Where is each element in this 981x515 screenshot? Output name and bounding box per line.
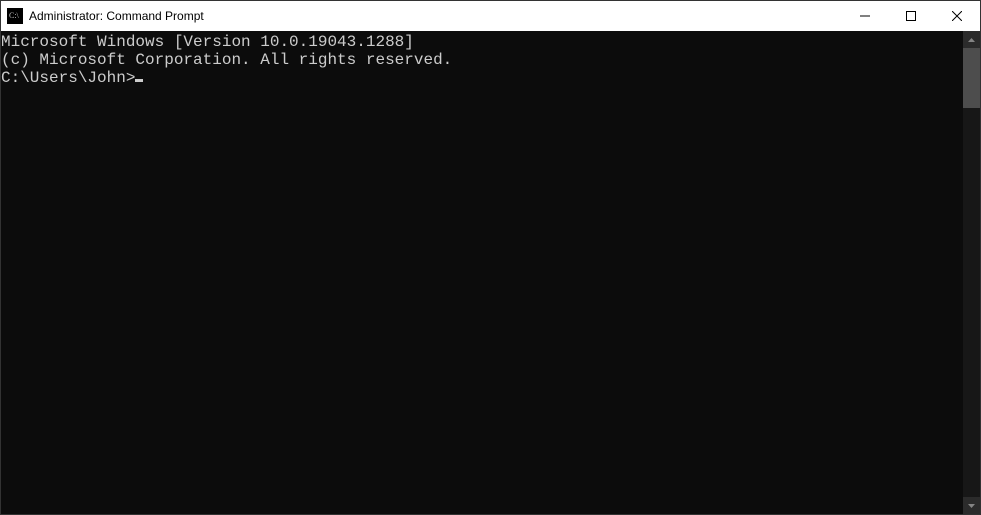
- terminal-line: (c) Microsoft Corporation. All rights re…: [1, 51, 963, 69]
- close-icon: [952, 11, 962, 21]
- terminal-output[interactable]: Microsoft Windows [Version 10.0.19043.12…: [1, 31, 963, 514]
- cmd-icon: C:\: [7, 8, 23, 24]
- command-prompt-window: C:\ Administrator: Command Prompt: [0, 0, 981, 515]
- vertical-scrollbar[interactable]: [963, 31, 980, 514]
- window-controls: [842, 1, 980, 31]
- chevron-up-icon: [968, 38, 975, 42]
- terminal-prompt-line: C:\Users\John>: [1, 69, 963, 87]
- minimize-icon: [860, 11, 870, 21]
- maximize-button[interactable]: [888, 1, 934, 31]
- chevron-down-icon: [968, 504, 975, 508]
- scrollbar-track[interactable]: [963, 48, 980, 497]
- scrollbar-down-button[interactable]: [963, 497, 980, 514]
- window-title: Administrator: Command Prompt: [29, 1, 204, 31]
- terminal-line: Microsoft Windows [Version 10.0.19043.12…: [1, 33, 963, 51]
- scrollbar-thumb[interactable]: [963, 48, 980, 108]
- titlebar[interactable]: C:\ Administrator: Command Prompt: [1, 1, 980, 31]
- terminal-prompt: C:\Users\John>: [1, 69, 135, 87]
- terminal-container: Microsoft Windows [Version 10.0.19043.12…: [1, 31, 980, 514]
- close-button[interactable]: [934, 1, 980, 31]
- terminal-cursor: [135, 79, 143, 82]
- titlebar-left: C:\ Administrator: Command Prompt: [1, 1, 204, 31]
- minimize-button[interactable]: [842, 1, 888, 31]
- scrollbar-up-button[interactable]: [963, 31, 980, 48]
- maximize-icon: [906, 11, 916, 21]
- svg-text:C:\: C:\: [9, 11, 20, 20]
